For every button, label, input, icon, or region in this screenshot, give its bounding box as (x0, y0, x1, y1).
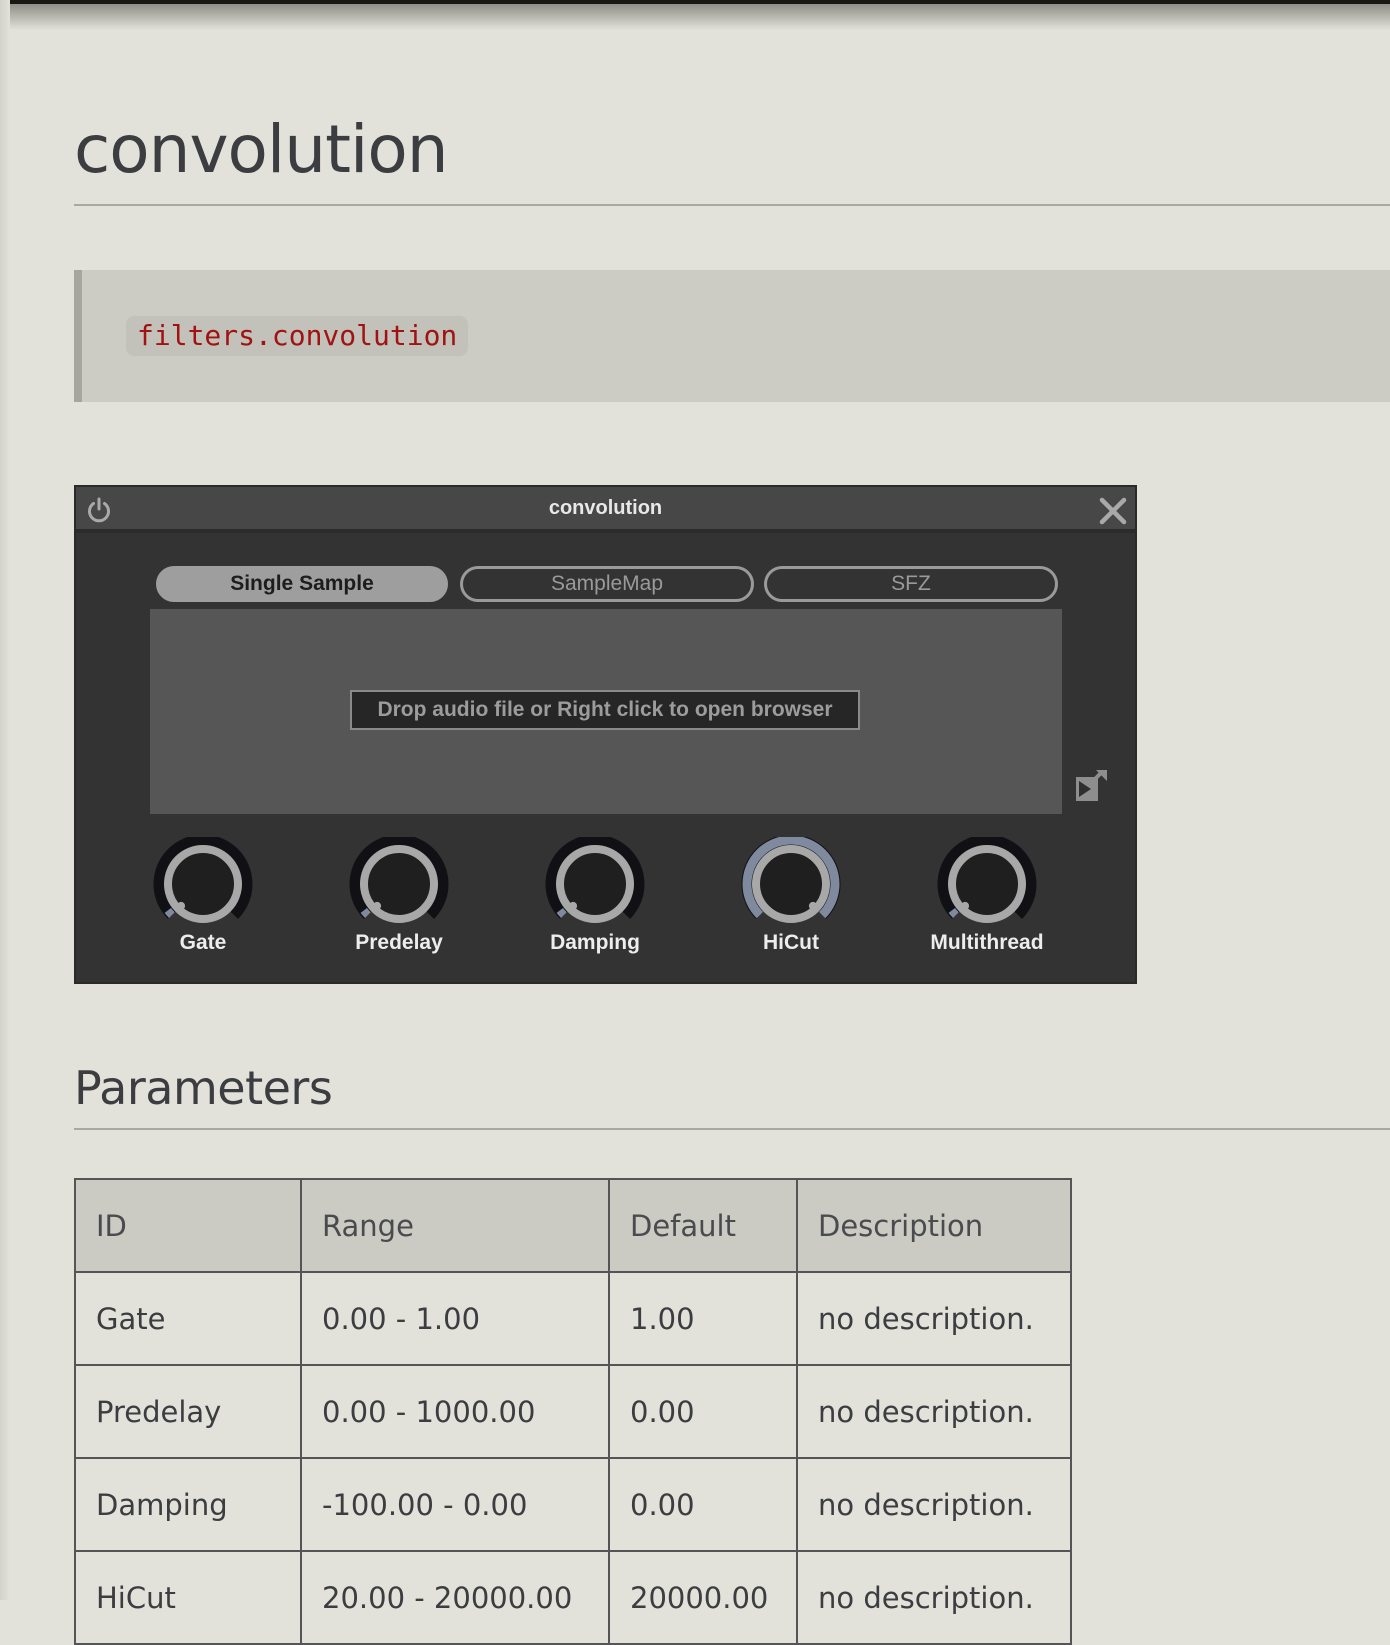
table-row: Predelay 0.00 - 1000.00 0.00 no descript… (74, 1364, 1072, 1459)
knob-value-arc (360, 907, 371, 918)
param-range: 20.00 - 20000.00 (300, 1550, 610, 1645)
param-description: no description. (796, 1271, 1072, 1366)
module-path-code: filters.convolution (126, 316, 469, 356)
knob-value-arc (948, 907, 959, 918)
knob-label: Damping (550, 931, 640, 954)
plugin-panel: convolution Single Sample SampleMap SFZ … (74, 485, 1137, 984)
close-icon[interactable] (1097, 495, 1129, 527)
param-default: 0.00 (608, 1457, 798, 1552)
param-description: no description. (796, 1457, 1072, 1552)
table-header-row: ID Range Default Description (74, 1178, 1072, 1273)
table-row: Damping -100.00 - 0.00 0.00 no descripti… (74, 1457, 1072, 1552)
table-row: Gate 0.00 - 1.00 1.00 no description. (74, 1271, 1072, 1366)
tab-single-sample[interactable]: Single Sample (156, 566, 448, 602)
page-title: convolution (74, 111, 449, 188)
knob-hicut[interactable]: HiCut (726, 837, 856, 955)
knob-multithread[interactable]: Multithread (922, 837, 1052, 955)
module-path-blockquote: filters.convolution (74, 270, 1390, 402)
col-header-range: Range (300, 1178, 610, 1273)
predelay-knob-graphic[interactable] (349, 837, 449, 927)
param-description: no description. (796, 1364, 1072, 1459)
parameters-table: ID Range Default Description Gate 0.00 -… (74, 1178, 1072, 1645)
multithread-knob-graphic[interactable] (937, 837, 1037, 927)
top-shadow (0, 4, 1390, 30)
audio-drop-area[interactable]: Drop audio file or Right click to open b… (150, 609, 1062, 814)
param-id: Damping (74, 1457, 302, 1552)
left-shadow (0, 0, 10, 1600)
knob-gate[interactable]: Gate (138, 837, 268, 955)
knob-predelay[interactable]: Predelay (334, 837, 464, 955)
knob-value-arc (556, 907, 567, 918)
param-default: 0.00 (608, 1364, 798, 1459)
knob-pointer (177, 901, 186, 910)
knob-label: Multithread (930, 931, 1044, 954)
col-header-description: Description (796, 1178, 1072, 1273)
parameters-heading: Parameters (74, 1061, 333, 1115)
drop-hint: Drop audio file or Right click to open b… (350, 690, 860, 730)
param-range: -100.00 - 0.00 (300, 1457, 610, 1552)
knob-label: Gate (179, 931, 227, 954)
knob-pointer (808, 901, 817, 910)
damping-knob-graphic[interactable] (545, 837, 645, 927)
table-row: HiCut 20.00 - 20000.00 20000.00 no descr… (74, 1550, 1072, 1645)
plugin-title: convolution (548, 497, 663, 519)
knob-pointer (569, 901, 578, 910)
export-icon[interactable] (1072, 767, 1112, 807)
gate-knob-graphic[interactable] (153, 837, 253, 927)
knob-label: HiCut (763, 931, 819, 954)
param-default: 1.00 (608, 1271, 798, 1366)
plugin-header: convolution (76, 487, 1135, 533)
param-id: Predelay (74, 1364, 302, 1459)
knob-value-arc (164, 907, 175, 918)
knob-pointer (961, 901, 970, 910)
tab-samplemap[interactable]: SampleMap (460, 566, 754, 602)
hicut-knob-graphic[interactable] (741, 837, 841, 927)
knob-damping[interactable]: Damping (530, 837, 660, 955)
col-header-default: Default (608, 1178, 798, 1273)
param-default: 20000.00 (608, 1550, 798, 1645)
param-description: no description. (796, 1550, 1072, 1645)
col-header-id: ID (74, 1178, 302, 1273)
title-divider (74, 204, 1390, 206)
knob-pointer (373, 901, 382, 910)
parameters-divider (74, 1128, 1390, 1130)
param-range: 0.00 - 1000.00 (300, 1364, 610, 1459)
param-range: 0.00 - 1.00 (300, 1271, 610, 1366)
tab-sfz[interactable]: SFZ (764, 566, 1058, 602)
param-id: HiCut (74, 1550, 302, 1645)
param-id: Gate (74, 1271, 302, 1366)
knob-label: Predelay (355, 931, 443, 954)
